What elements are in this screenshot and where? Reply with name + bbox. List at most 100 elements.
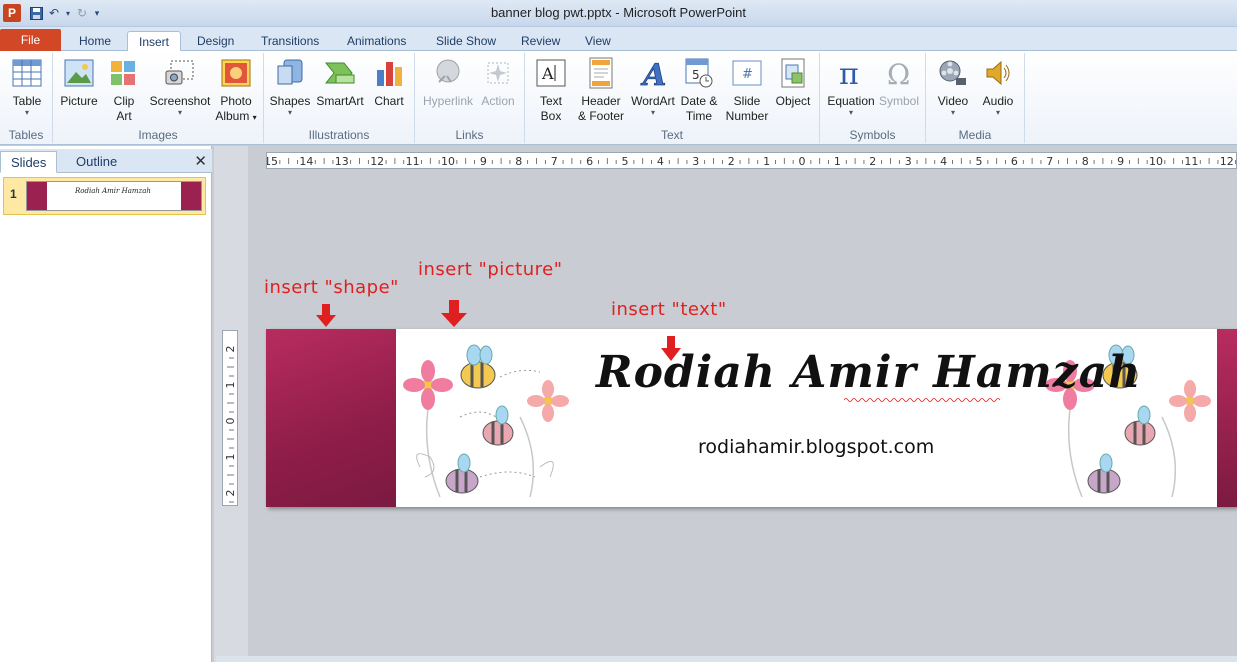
banner-right-shape[interactable] (1217, 329, 1237, 507)
smartart-button[interactable]: SmartArt (313, 56, 367, 109)
smartart-icon (323, 56, 357, 90)
hyperlink-button[interactable]: Hyperlink (420, 56, 476, 109)
group-images: Picture Clip Art Screenshot ▾ Photo Albu… (53, 53, 264, 143)
ruler-label: 10 (1149, 155, 1163, 168)
tab-view[interactable]: View (585, 31, 611, 51)
annotation-insert-text: insert "text" (611, 299, 727, 320)
annotation-arrow-shape (316, 304, 336, 327)
annotation-insert-shape: insert "shape" (264, 277, 399, 298)
vertical-ruler[interactable]: 2 1 0 1 2 (222, 330, 238, 506)
chevron-down-icon: ▾ (995, 108, 1000, 117)
svg-text:A: A (640, 58, 666, 89)
tab-insert[interactable]: Insert (127, 31, 182, 52)
table-icon (10, 56, 44, 90)
tab-home[interactable]: Home (79, 31, 111, 51)
globe-link-icon (431, 56, 465, 90)
chevron-down-icon: ▾ (950, 108, 955, 117)
action-button[interactable]: Action (478, 56, 518, 109)
ruler-label: 14 (299, 155, 313, 168)
banner-left-shape[interactable] (266, 329, 396, 507)
slide-number-button[interactable]: # Slide Number (722, 56, 772, 124)
ruler-label: 3 (905, 155, 912, 168)
text-box-icon: A (534, 56, 568, 90)
horizontal-ruler[interactable]: 1514131211109876543210123456789101112 (266, 152, 1237, 169)
ruler-label: 8 (515, 155, 522, 168)
tab-file[interactable]: File (0, 29, 61, 51)
banner-url-text[interactable]: rodiahamir.blogspot.com (698, 436, 934, 458)
ruler-label: 4 (657, 155, 664, 168)
ruler-label: 4 (940, 155, 947, 168)
group-label-text: Text (660, 128, 683, 142)
chevron-down-icon: ▾ (177, 108, 182, 117)
window-title: banner blog pwt.pptx - Microsoft PowerPo… (490, 5, 747, 20)
ruler-label: 0 (799, 155, 806, 168)
film-reel-icon (936, 56, 970, 90)
ruler-label: 2 (728, 155, 735, 168)
svg-text:5: 5 (692, 68, 700, 82)
speaker-icon (981, 56, 1015, 90)
symbol-button[interactable]: Ω Symbol (876, 56, 922, 109)
audio-button[interactable]: Audio ▾ (976, 56, 1020, 117)
shapes-button[interactable]: Shapes ▾ (268, 56, 312, 117)
slide-canvas[interactable]: Rodiah Amir Hamzah rodiahamir.blogspot.c… (266, 329, 1237, 507)
clip-art-button[interactable]: Clip Art (106, 56, 142, 124)
photo-album-button[interactable]: Photo Album ▾ (212, 56, 260, 125)
ruler-label: 6 (586, 155, 593, 168)
calendar-clock-icon: 5 (682, 56, 716, 90)
tab-design[interactable]: Design (197, 31, 234, 51)
svg-text:#: # (742, 67, 753, 82)
close-icon[interactable]: ✕ (194, 152, 207, 170)
chart-button[interactable]: Chart (369, 56, 409, 109)
pane-tabs: Slides Outline ✕ (0, 149, 212, 173)
ruler-label: 13 (335, 155, 349, 168)
clip-art-icon (107, 56, 141, 90)
video-button[interactable]: Video ▾ (932, 56, 974, 117)
bottom-scroll-strip (216, 656, 1237, 662)
annotation-arrow-picture (441, 300, 467, 327)
group-illustrations: Shapes ▾ SmartArt Chart Illustrations (264, 53, 415, 143)
tab-review[interactable]: Review (521, 31, 560, 51)
slides-pane: Slides Outline ✕ 1 Rodiah Amir Hamzah (0, 146, 212, 662)
ruler-label: 11 (406, 155, 420, 168)
picture-button[interactable]: Picture (59, 56, 99, 109)
ruler-label: 7 (551, 155, 558, 168)
wordart-button[interactable]: A WordArt ▾ (628, 56, 678, 117)
flowers-bees-picture-left[interactable] (400, 337, 572, 505)
tab-slides[interactable]: Slides (0, 151, 58, 173)
picture-icon (62, 56, 96, 90)
date-time-button[interactable]: 5 Date & Time (677, 56, 721, 124)
screenshot-button[interactable]: Screenshot ▾ (148, 56, 212, 117)
object-button[interactable]: Object (773, 56, 813, 109)
thumbnail-title: Rodiah Amir Hamzah (75, 187, 151, 195)
group-label-media: Media (958, 128, 992, 142)
ribbon-insert: Table ▾ Tables Picture Clip Art Screensh… (0, 51, 1237, 145)
photo-album-icon (219, 56, 253, 90)
tab-slide-show[interactable]: Slide Show (436, 31, 496, 51)
ruler-label: 7 (1046, 155, 1053, 168)
header-footer-button[interactable]: Header & Footer (575, 56, 627, 124)
ruler-label: 5 (622, 155, 629, 168)
tab-animations[interactable]: Animations (347, 31, 406, 51)
svg-text:A: A (541, 64, 554, 83)
slide-thumbnail-item[interactable]: 1 Rodiah Amir Hamzah (3, 177, 206, 215)
table-button[interactable]: Table ▾ (8, 56, 46, 117)
ruler-label: 9 (480, 155, 487, 168)
header-footer-icon (584, 56, 618, 90)
screenshot-icon (163, 56, 197, 90)
equation-button[interactable]: π Equation ▾ (824, 56, 878, 117)
chevron-down-icon: ▾ (252, 113, 257, 122)
group-label-symbols: Symbols (849, 128, 896, 142)
tab-outline[interactable]: Outline (66, 151, 127, 173)
group-links: Hyperlink Action Links (415, 53, 525, 143)
chevron-down-icon: ▾ (650, 108, 655, 117)
group-media: Video ▾ Audio ▾ Media (926, 53, 1025, 143)
ruler-label: 1 (224, 454, 237, 461)
text-box-button[interactable]: A Text Box (531, 56, 571, 124)
ruler-label: 1 (224, 382, 237, 389)
thumbnail-right-shape (181, 182, 201, 210)
omega-icon: Ω (882, 56, 916, 90)
bar-chart-icon (372, 56, 406, 90)
slide-thumbnail[interactable]: Rodiah Amir Hamzah (26, 181, 202, 211)
group-label-images: Images (138, 128, 178, 142)
tab-transitions[interactable]: Transitions (261, 31, 319, 51)
